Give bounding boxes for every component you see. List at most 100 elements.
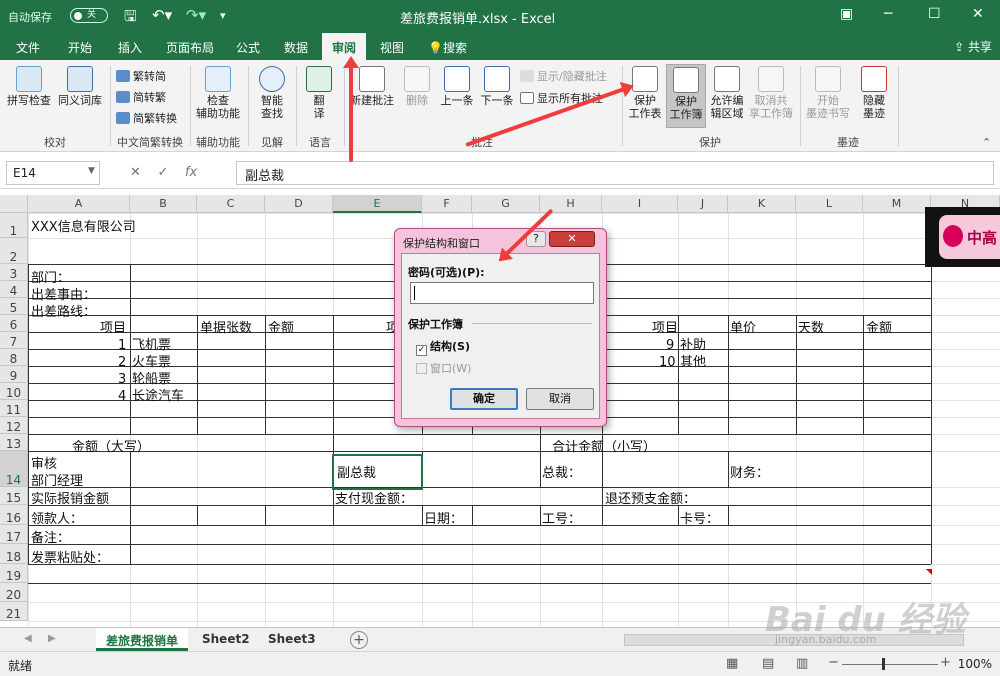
next-comment-button[interactable]: 下一条 (478, 66, 516, 107)
fx-icon[interactable]: fx (185, 165, 197, 180)
tab-insert[interactable]: 插入 (118, 39, 142, 56)
convert-button[interactable]: 简繁转换 (116, 110, 177, 126)
cell-b9[interactable]: 轮船票 (132, 372, 171, 388)
cell-a3[interactable]: 部门： (31, 271, 70, 287)
scroll-left-icon[interactable]: ◀ (24, 633, 32, 644)
structure-checkbox[interactable]: ✓ 结构(S) (416, 338, 470, 356)
zoom-out-icon[interactable]: − (828, 655, 839, 670)
cell-i6[interactable]: 项目 (652, 321, 678, 337)
tab-data[interactable]: 数据 (284, 39, 308, 56)
cell-h13[interactable]: 合计金额（小写） (552, 440, 656, 456)
zoom-slider-thumb[interactable] (882, 658, 885, 670)
enter-icon[interactable]: ✓ (157, 165, 168, 180)
formula-input[interactable]: 副总裁 (236, 161, 994, 185)
cell-a1[interactable]: XXX信息有限公司 (31, 220, 136, 236)
row-header-5[interactable]: 5 (0, 298, 28, 315)
allow-edit-ranges-button[interactable]: 允许编 辑区域 (708, 66, 746, 120)
cell-a5[interactable]: 出差路线： (31, 305, 96, 321)
cancel-icon[interactable]: ✕ (130, 165, 141, 180)
cell-a16[interactable]: 领款人： (31, 512, 83, 528)
row-header-4[interactable]: 4 (0, 281, 28, 298)
cell-i8[interactable]: 10 (659, 355, 676, 371)
tab-home[interactable]: 开始 (68, 39, 92, 56)
sheet-tab-sheet2[interactable]: Sheet2 (192, 628, 260, 651)
sheet-tab-reimbursement[interactable]: 差旅费报销单 (96, 628, 189, 651)
cell-a6[interactable]: 项目 (100, 321, 126, 337)
cell-j7[interactable]: 补助 (680, 338, 706, 354)
tab-page-layout[interactable]: 页面布局 (166, 39, 214, 56)
row-header-18[interactable]: 18 (0, 544, 28, 564)
redo-icon[interactable]: ↷▾ (186, 6, 206, 24)
cell-a7[interactable]: 1 (118, 338, 126, 354)
row-header-17[interactable]: 17 (0, 525, 28, 544)
spell-check-button[interactable]: 拼写检查 (6, 66, 52, 107)
cell-i7[interactable]: 9 (666, 338, 674, 354)
add-sheet-icon[interactable]: + (350, 631, 368, 649)
cell-d6[interactable]: 金额 (268, 321, 294, 337)
smart-lookup-button[interactable]: 智能 查找 (254, 66, 290, 120)
check-accessibility-button[interactable]: 检查 辅助功能 (194, 66, 242, 120)
minimize-icon[interactable]: ─ (884, 6, 892, 22)
column-header-j[interactable]: J (678, 195, 728, 213)
row-header-14[interactable]: 14 (0, 451, 28, 487)
tab-search[interactable]: 💡搜索 (428, 39, 467, 56)
cell-b8[interactable]: 火车票 (132, 355, 171, 371)
row-header-10[interactable]: 10 (0, 383, 28, 400)
cell-h14[interactable]: 总裁： (542, 466, 581, 482)
cell-a9[interactable]: 3 (118, 372, 126, 388)
s2t-button[interactable]: 简转繁 (116, 89, 166, 105)
cell-a8[interactable]: 2 (118, 355, 126, 371)
cell-a10[interactable]: 4 (118, 389, 126, 405)
selected-cell-e14[interactable] (332, 454, 423, 490)
cell-h16[interactable]: 工号： (542, 512, 581, 528)
column-header-b[interactable]: B (130, 195, 197, 213)
translate-button[interactable]: 翻 译 (304, 66, 334, 120)
cell-k14[interactable]: 财务： (730, 466, 769, 482)
row-header-11[interactable]: 11 (0, 400, 28, 417)
unshare-workbook-button[interactable]: 取消共 享工作簿 (748, 66, 794, 120)
cell-a15[interactable]: 实际报销金额 (31, 492, 109, 508)
tab-view[interactable]: 视图 (380, 39, 404, 56)
password-input[interactable] (410, 282, 594, 304)
collapse-ribbon-icon[interactable]: ⌃ (982, 136, 991, 149)
zoom-level[interactable]: 100% (958, 657, 992, 671)
column-header-i[interactable]: I (602, 195, 678, 213)
scroll-right-icon[interactable]: ▶ (48, 633, 56, 644)
sheet-tab-sheet3[interactable]: Sheet3 (258, 628, 326, 651)
row-header-15[interactable]: 15 (0, 487, 28, 505)
new-comment-button[interactable]: 新建批注 (348, 66, 396, 107)
normal-view-icon[interactable]: ▦ (726, 656, 738, 671)
cell-i15[interactable]: 退还预支金额： (605, 492, 696, 508)
row-header-9[interactable]: 9 (0, 366, 28, 383)
cell-a14-line2[interactable]: 部门经理 (31, 474, 83, 490)
row-header-13[interactable]: 13 (0, 434, 28, 451)
cell-e15[interactable]: 支付现金额： (335, 492, 413, 508)
start-inking-button[interactable]: 开始 墨迹书写 (804, 66, 852, 120)
row-header-7[interactable]: 7 (0, 332, 28, 349)
delete-comment-button[interactable]: 删除 (400, 66, 434, 107)
thesaurus-button[interactable]: 同义词库 (56, 66, 104, 107)
cell-j16[interactable]: 卡号： (680, 512, 719, 528)
column-header-e[interactable]: E (333, 195, 422, 213)
maximize-icon[interactable]: ☐ (928, 6, 941, 22)
close-icon[interactable]: ✕ (972, 6, 984, 22)
row-header-12[interactable]: 12 (0, 417, 28, 434)
row-header-19[interactable]: 19 (0, 564, 28, 583)
autosave-toggle[interactable]: 关 (70, 8, 108, 23)
cell-f16[interactable]: 日期： (424, 512, 463, 528)
column-header-f[interactable]: F (422, 195, 472, 213)
cell-b10[interactable]: 长途汽车 (132, 389, 184, 405)
cell-k6[interactable]: 单价 (730, 321, 756, 337)
column-header-c[interactable]: C (197, 195, 265, 213)
cell-a4[interactable]: 出差事由： (31, 288, 96, 304)
cell-a18[interactable]: 发票粘贴处： (31, 551, 109, 567)
cell-c6[interactable]: 单据张数 (200, 321, 252, 337)
page-layout-icon[interactable]: ▤ (762, 656, 774, 671)
column-header-k[interactable]: K (728, 195, 796, 213)
cell-j8[interactable]: 其他 (680, 355, 706, 371)
row-header-21[interactable]: 21 (0, 602, 28, 621)
row-header-2[interactable]: 2 (0, 238, 28, 264)
cell-a13[interactable]: 金额（大写） (72, 440, 150, 456)
row-header-8[interactable]: 8 (0, 349, 28, 366)
column-header-l[interactable]: L (796, 195, 863, 213)
